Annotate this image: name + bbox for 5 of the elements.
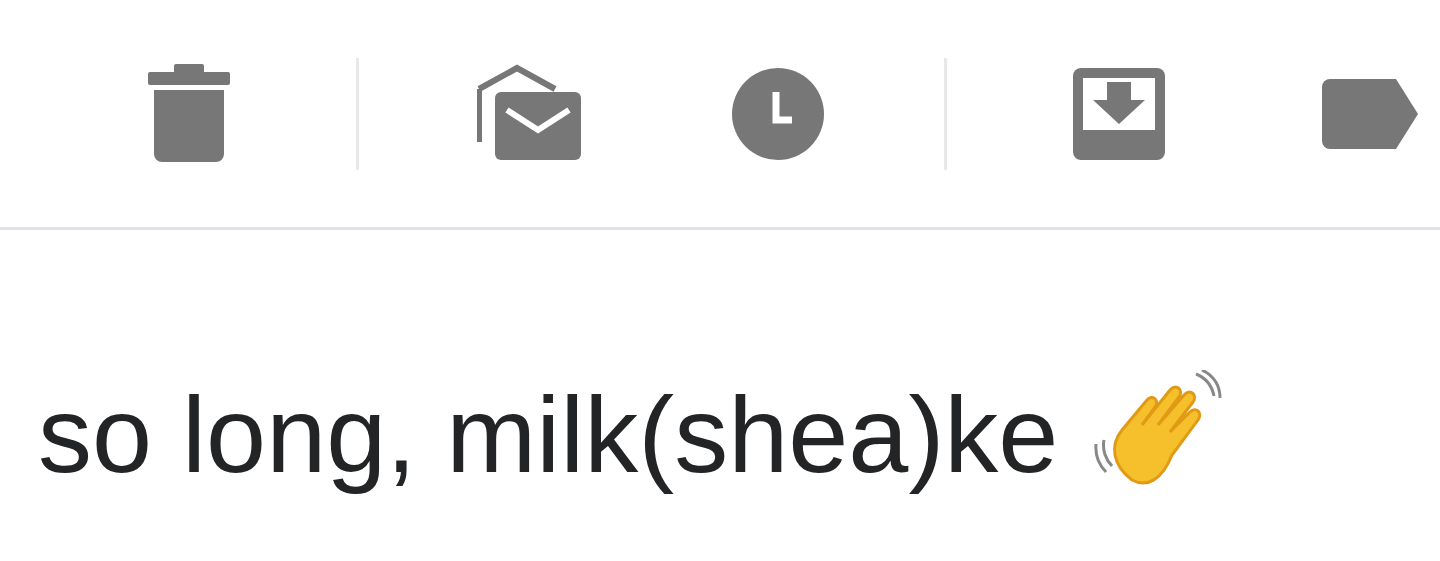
- heading: so long, milk(shea)ke: [38, 373, 1059, 497]
- clock-icon[interactable]: [732, 67, 824, 160]
- archive-icon[interactable]: [1073, 67, 1165, 160]
- delete-icon[interactable]: [148, 63, 230, 164]
- label-icon[interactable]: [1322, 78, 1418, 149]
